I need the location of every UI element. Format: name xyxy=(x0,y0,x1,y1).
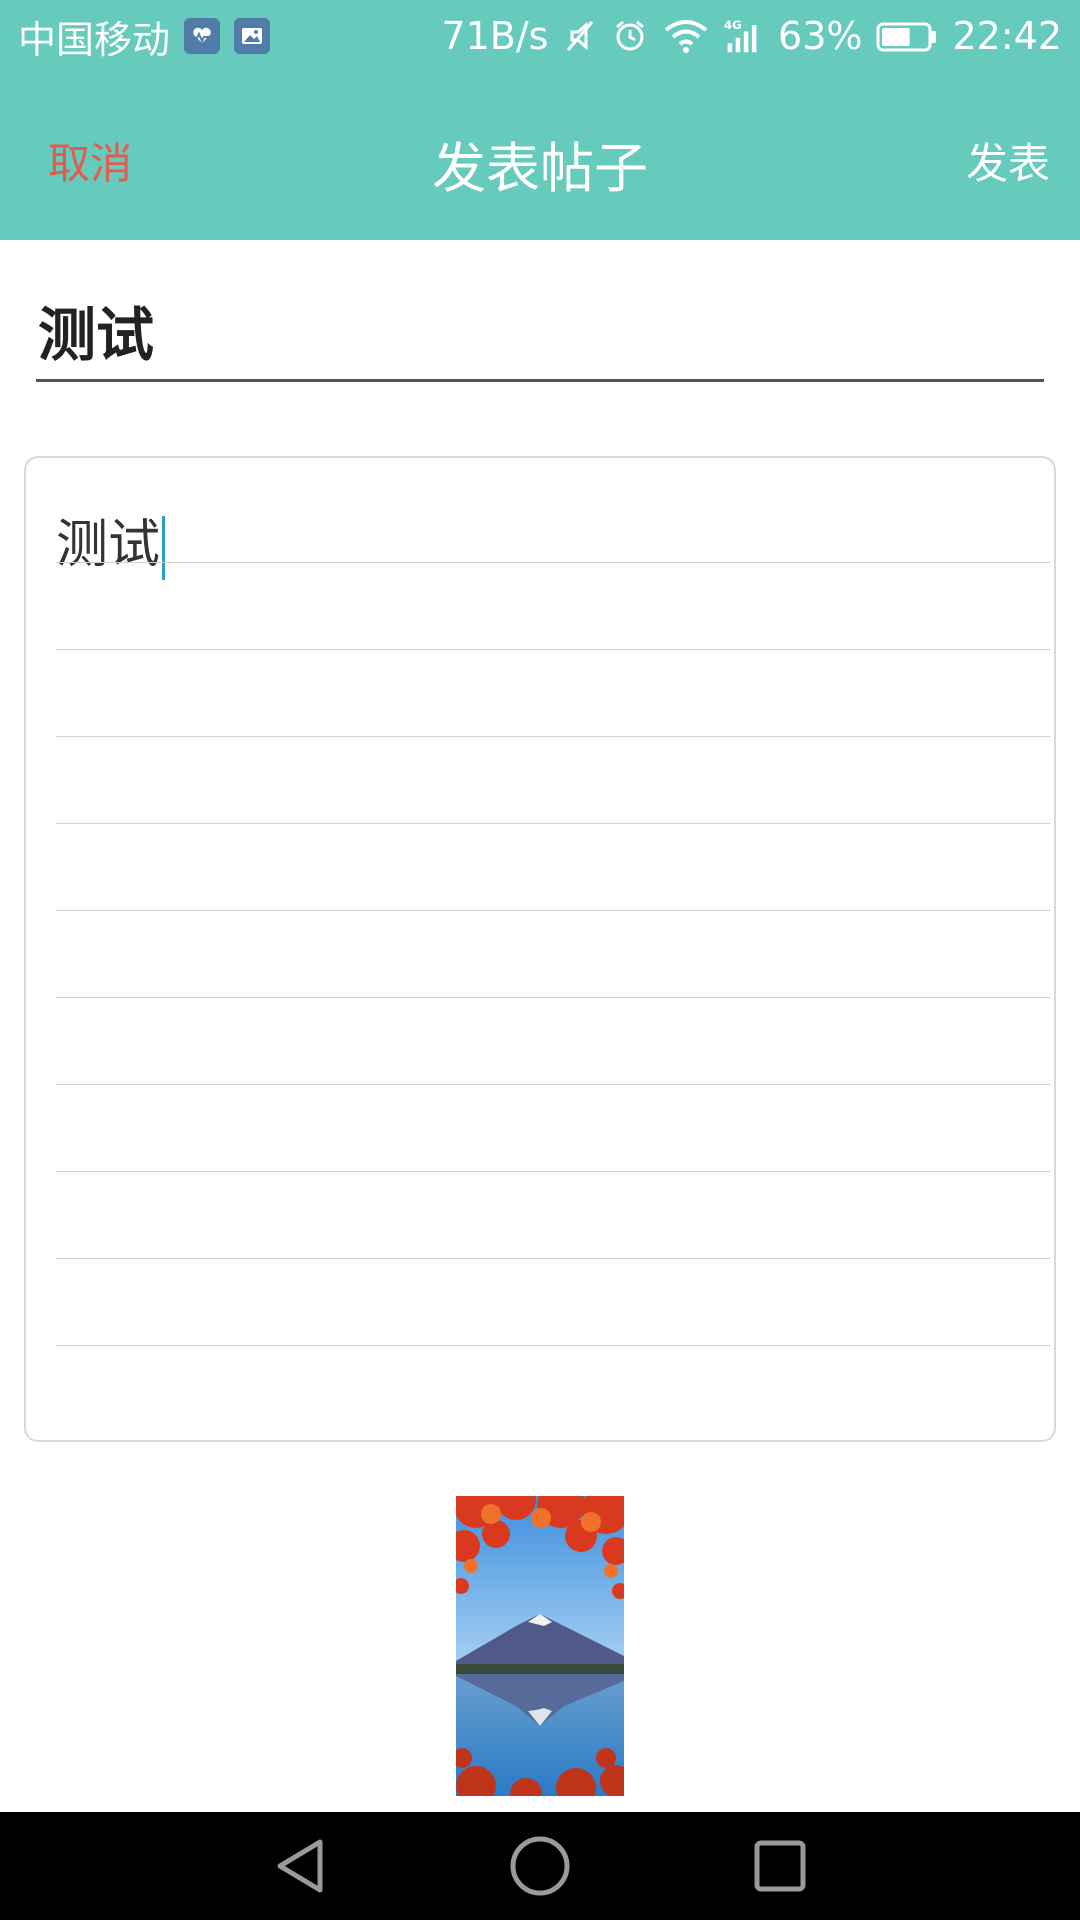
clock: 22:42 xyxy=(952,14,1062,58)
status-bar: 中国移动 71B/s 4G 63% 22:42 xyxy=(0,0,1080,72)
battery-icon xyxy=(876,18,938,54)
status-right: 71B/s 4G 63% 22:42 xyxy=(441,14,1062,58)
ruled-line xyxy=(56,1084,1050,1085)
publish-button[interactable]: 发表 xyxy=(966,130,1050,191)
home-button[interactable] xyxy=(495,1821,585,1911)
ruled-line xyxy=(56,1345,1050,1346)
home-icon xyxy=(510,1836,570,1896)
ruled-line xyxy=(56,1258,1050,1259)
post-content-text: 测试 xyxy=(56,515,161,575)
post-title-input[interactable]: 测试 xyxy=(36,290,1044,382)
content-text-line: 测试 xyxy=(56,502,166,580)
alarm-icon xyxy=(612,18,648,54)
health-app-icon xyxy=(184,18,221,54)
battery-percent: 63% xyxy=(778,14,863,58)
page-title: 发表帖子 xyxy=(432,137,648,200)
network-type-label: 4G xyxy=(724,18,742,32)
ruled-line xyxy=(56,910,1050,911)
ruled-line xyxy=(56,1171,1050,1172)
recents-button[interactable] xyxy=(735,1821,825,1911)
mute-icon xyxy=(562,18,598,54)
post-content-editor[interactable]: 测试 xyxy=(24,456,1056,1442)
mountain-lake-photo xyxy=(456,1496,624,1796)
back-button[interactable] xyxy=(255,1821,345,1911)
system-nav-bar xyxy=(0,1812,1080,1920)
app-bar: 取消 发表帖子 发表 xyxy=(0,72,1080,240)
ruled-line xyxy=(56,823,1050,824)
ruled-line xyxy=(56,997,1050,998)
ruled-line xyxy=(56,649,1050,650)
text-caret xyxy=(162,516,166,580)
recents-icon xyxy=(754,1840,806,1892)
network-speed: 71B/s xyxy=(441,14,549,58)
gallery-app-icon xyxy=(234,18,271,54)
wifi-icon xyxy=(662,18,710,54)
cell-signal-icon: 4G xyxy=(724,18,764,54)
ruled-line xyxy=(56,736,1050,737)
status-left: 中国移动 xyxy=(18,9,271,64)
back-icon xyxy=(277,1839,323,1893)
ruled-line xyxy=(56,562,1050,563)
attached-image-thumbnail[interactable] xyxy=(456,1496,624,1796)
carrier-name: 中国移动 xyxy=(18,17,171,62)
battery-fill xyxy=(882,28,911,46)
